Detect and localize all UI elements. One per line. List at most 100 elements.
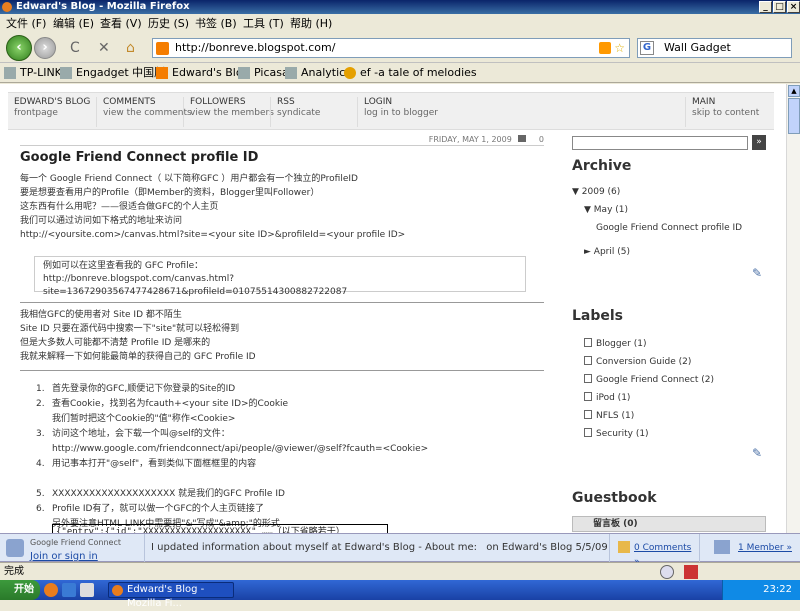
post-comment-count[interactable]: 0	[539, 135, 544, 144]
close-button[interactable]: ×	[787, 1, 800, 13]
menu-bookmarks[interactable]: 书签 (B)	[195, 14, 237, 33]
gfc-brand: Google Friend Connect	[30, 538, 121, 547]
comments-cell: 0 Comments »	[612, 534, 700, 567]
taskbar-item-firefox[interactable]: Edward's Blog - Mozilla Fi...	[108, 582, 234, 609]
menu-file[interactable]: 文件 (F)	[6, 14, 46, 33]
rss-icon[interactable]	[599, 42, 611, 54]
label-item[interactable]: Google Friend Connect (2)	[584, 374, 714, 386]
list-item: 4.用记事本打开"@self"，看到类似下面框框里的内容.	[36, 459, 257, 469]
join-link[interactable]: Join or sign in	[30, 551, 98, 562]
member-icon	[714, 540, 730, 554]
archive-april[interactable]: ► April (5)	[584, 246, 630, 258]
guestbook-widget[interactable]: 留言板 (0)	[572, 516, 766, 532]
label-item[interactable]: Conversion Guide (2)	[584, 356, 691, 368]
friends-icon	[6, 539, 24, 557]
nav-followers[interactable]: FOLLOWERS view the members	[183, 97, 274, 127]
scroll-up-icon[interactable]: ▲	[788, 85, 800, 97]
minimize-button[interactable]: _	[759, 1, 772, 13]
list-item: 5. XXXXXXXXXXXXXXXXXXXX 就是我们的GFC Profile …	[36, 489, 285, 499]
quicklaunch-icon[interactable]	[62, 583, 76, 597]
bookmarks-toolbar: TP-LINK Engadget 中国版 Edward's Blog Picas…	[0, 63, 800, 83]
friend-connect-bar: Google Friend Connect Join or sign in I …	[0, 533, 800, 567]
nav-rss[interactable]: RSS syndicate	[270, 97, 320, 127]
members-link[interactable]: 1 Member »	[738, 543, 792, 553]
home-icon[interactable]: ⌂	[126, 40, 135, 56]
quote-line: 例如可以在这里查看我的 GFC Profile：	[43, 261, 204, 271]
label-icon	[584, 338, 592, 347]
label-icon	[584, 410, 592, 419]
taskbar: 开始 Edward's Blog - Mozilla Fi... 23:22	[0, 580, 800, 609]
url-bar[interactable]: http://bonreve.blogspot.com/ ☆	[152, 38, 630, 58]
code-box: {"entry":{"id":"XXXXXXXXXXXXXXXXXXXX" ………	[52, 524, 388, 533]
blog-search-button[interactable]: »	[752, 135, 766, 150]
start-button[interactable]: 开始	[0, 580, 40, 600]
labels-heading: Labels	[572, 308, 624, 324]
firefox-quicklaunch-icon[interactable]	[44, 583, 58, 597]
bookmark-star-icon[interactable]: ☆	[614, 39, 625, 57]
list-item: 3. 访问这个地址，会下载一个叫@self的文件： http://www.googl…	[36, 429, 429, 454]
firefox-icon	[112, 585, 123, 596]
steps-list: 1. 首先登录你的GFC,顺便记下你登录的Site的ID 2. 查看Cookie，找…	[36, 382, 536, 532]
quote-link[interactable]: http://bonreve.blogspot.com/canvas.html?…	[43, 273, 517, 299]
maximize-button[interactable]: □	[773, 1, 786, 13]
menu-help[interactable]: 帮助 (H)	[290, 14, 332, 33]
bookmark-edwards-blog[interactable]: Edward's Blog	[156, 63, 250, 83]
post-date-line: FRIDAY, MAY 1, 2009 0	[20, 134, 544, 146]
post-title[interactable]: Google Friend Connect profile ID	[20, 150, 258, 165]
vertical-scrollbar[interactable]: ▲	[786, 84, 800, 533]
adblock-icon[interactable]	[684, 565, 698, 579]
menu-view[interactable]: 查看 (V)	[100, 14, 142, 33]
quicklaunch-icon[interactable]	[80, 583, 94, 597]
bookmark-ef[interactable]: ef -a tale of melodies	[344, 63, 477, 83]
back-button[interactable]: ‹	[6, 35, 32, 61]
search-input[interactable]: G Wall Gadget	[637, 38, 792, 58]
page-content: EDWARD'S BLOG frontpage COMMENTS view the …	[0, 84, 786, 533]
nav-main[interactable]: MAIN skip to content	[685, 97, 759, 127]
nav-login[interactable]: LOGIN log in to blogger	[357, 97, 438, 127]
activity-text[interactable]: I updated information about myself at Ed…	[151, 542, 477, 553]
bookmark-picasa[interactable]: Picasa	[238, 63, 289, 83]
stop-icon[interactable]: ✕	[98, 40, 110, 56]
label-item[interactable]: NFLS (1)	[584, 410, 634, 422]
edit-tools-icon[interactable]: ✎	[752, 446, 762, 460]
url-text: http://bonreve.blogspot.com/	[175, 41, 336, 54]
post-paragraph: Site ID 只要在源代码中搜索一下"site"就可以轻松得到	[20, 324, 240, 334]
nav-comments[interactable]: COMMENTS view the comments	[96, 97, 192, 127]
bookmark-icon	[60, 67, 72, 79]
analytics-icon	[285, 67, 297, 79]
archive-heading: Archive	[572, 158, 632, 174]
status-text: 完成	[4, 566, 24, 577]
blog-search-input[interactable]	[572, 136, 748, 150]
bookmark-icon	[238, 67, 250, 79]
archive-month[interactable]: ▼ May (1)	[584, 204, 628, 216]
system-tray: 23:22	[722, 580, 800, 600]
label-item[interactable]: Blogger (1)	[584, 338, 646, 350]
blogger-icon	[156, 67, 168, 79]
label-item[interactable]: Security (1)	[584, 428, 649, 440]
bookmark-analytics[interactable]: Analytics	[285, 63, 351, 83]
label-item[interactable]: iPod (1)	[584, 392, 630, 404]
reload-icon[interactable]: C	[70, 40, 80, 56]
bookmark-tplink[interactable]: TP-LINK	[4, 63, 62, 83]
search-text: Wall Gadget	[664, 41, 731, 54]
search-engine-icon[interactable]: G	[640, 41, 654, 55]
post-paragraph: 但是大多数人可能都不清楚 Profile ID 是哪来的	[20, 338, 211, 348]
post-date: FRIDAY, MAY 1, 2009	[428, 135, 512, 144]
menu-history[interactable]: 历史 (S)	[148, 14, 189, 33]
archive-post-link[interactable]: Google Friend Connect profile ID	[596, 222, 742, 234]
archive-year[interactable]: ▼ 2009 (6)	[572, 186, 620, 198]
label-icon	[584, 374, 592, 383]
scroll-thumb[interactable]	[788, 98, 800, 134]
list-item: 1. 首先登录你的GFC,顺便记下你登录的Site的ID	[36, 384, 236, 394]
nav-edwards-blog[interactable]: EDWARD'S BLOG frontpage	[8, 97, 90, 127]
menu-tools[interactable]: 工具 (T)	[243, 14, 284, 33]
label-icon	[584, 428, 592, 437]
forward-button[interactable]: ›	[34, 37, 56, 59]
menu-edit[interactable]: 编辑 (E)	[53, 14, 94, 33]
addon-icon[interactable]	[660, 565, 674, 579]
post-paragraph: 我相信GFC的使用者对 Site ID 都不陌生	[20, 310, 182, 320]
bookmark-engadget[interactable]: Engadget 中国版	[60, 63, 165, 83]
post-paragraph: 这东西有什么用呢？——很适合做GFC的个人主页	[20, 202, 219, 212]
example-quote: 例如可以在这里查看我的 GFC Profile： http://bonreve.…	[34, 256, 526, 297]
edit-tools-icon[interactable]: ✎	[752, 266, 762, 280]
